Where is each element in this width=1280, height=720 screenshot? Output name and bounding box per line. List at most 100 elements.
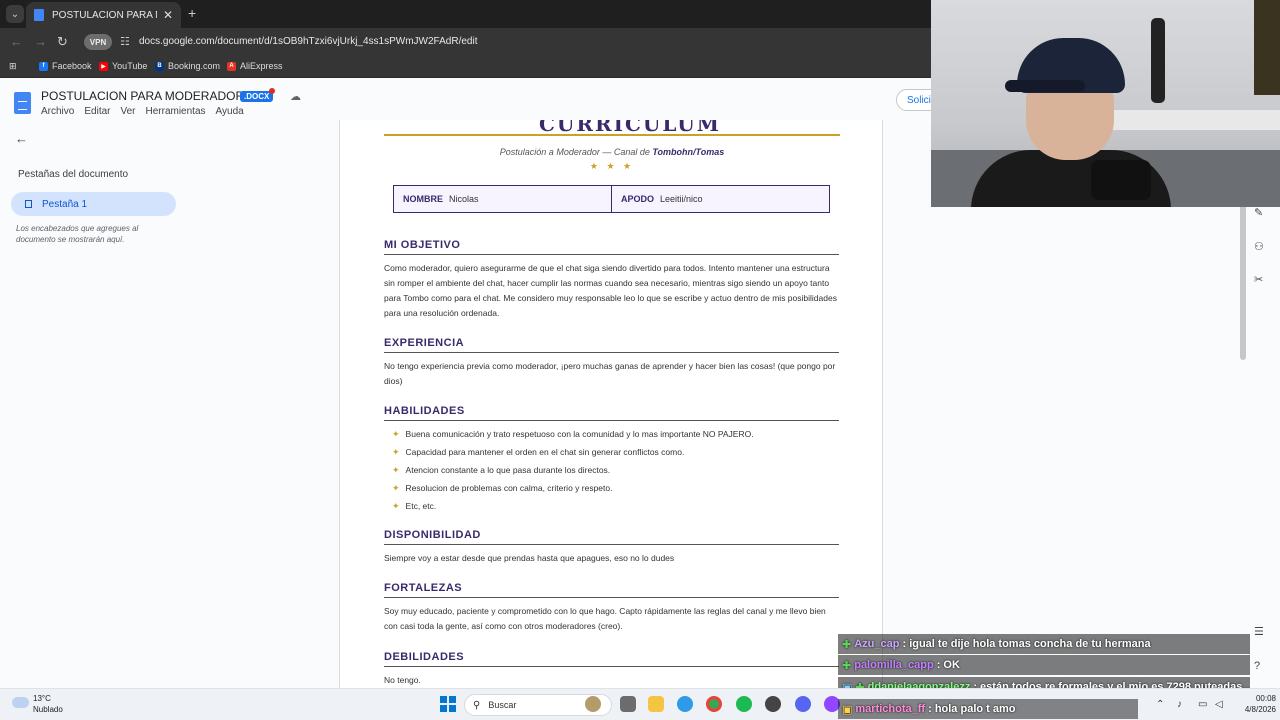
reload-icon[interactable]: ↻ bbox=[57, 34, 68, 50]
bookmark-youtube[interactable]: ▶ YouTube bbox=[99, 61, 147, 71]
chat-badge-icon: ✚ bbox=[842, 659, 852, 672]
document-page[interactable]: CURRICULUM Postulación a Moderador — Can… bbox=[339, 120, 883, 720]
address-bar[interactable]: docs.google.com/document/d/1sOB9hTzxi6vj… bbox=[139, 36, 477, 47]
network-icon[interactable]: ▭ bbox=[1198, 699, 1207, 710]
help-icon[interactable]: ? bbox=[1254, 660, 1260, 672]
webcam-cap-visor bbox=[1005, 80, 1085, 92]
chat-message: ✚ palomilla_capp : OK bbox=[838, 655, 1250, 675]
skill-text: Buena comunicación y trato respetuoso co… bbox=[405, 429, 754, 439]
document-tab-label: Pestaña 1 bbox=[42, 198, 88, 210]
gold-divider bbox=[384, 134, 840, 136]
name-label: NOMBRE bbox=[403, 194, 443, 204]
notification-dot bbox=[269, 88, 275, 94]
menu-herramientas[interactable]: Herramientas bbox=[146, 106, 206, 117]
bookmark-label: Booking.com bbox=[168, 61, 221, 71]
facebook-icon: f bbox=[39, 61, 48, 71]
edge-icon[interactable] bbox=[677, 696, 693, 712]
app-icon[interactable] bbox=[765, 696, 781, 712]
chat-text: : igual te dije hola tomas concha de tu … bbox=[902, 638, 1151, 650]
list-item: ✦ Buena comunicación y trato respetuoso c… bbox=[392, 425, 832, 443]
list-item: ✦ Resolucion de problemas con calma, crit… bbox=[392, 479, 832, 497]
section-title-habilidades: HABILIDADES bbox=[384, 405, 839, 421]
taskbar-date[interactable]: 4/8/2026 bbox=[1226, 705, 1276, 714]
apps-grid-icon[interactable]: ⊞ bbox=[9, 61, 17, 72]
widget-app-icon[interactable] bbox=[585, 696, 601, 712]
document-title[interactable]: POSTULACION PARA MODERADOR bbox=[41, 89, 244, 103]
tab-list-button[interactable]: ⌄ bbox=[6, 5, 24, 23]
bullet-icon: ✦ bbox=[392, 482, 400, 493]
windows-start-icon[interactable] bbox=[440, 696, 456, 712]
forward-arrow-icon[interactable]: → bbox=[34, 34, 47, 49]
list-item: ✦ Atencion constante a lo que pasa durant… bbox=[392, 461, 832, 479]
chat-username: Azu_cap bbox=[854, 638, 900, 650]
skill-text: Etc, etc. bbox=[405, 501, 437, 511]
section-text-disponibilidad: Siempre voy a estar desde que prendas ha… bbox=[384, 553, 675, 563]
tab-close-icon[interactable]: ✕ bbox=[163, 8, 173, 22]
chat-message: ▣ martichota_ff : hola palo t amo bbox=[838, 699, 1138, 719]
section-text-experiencia: No tengo experiencia previa como moderad… bbox=[384, 361, 836, 386]
bookmark-booking[interactable]: B Booking.com bbox=[155, 61, 220, 71]
booking-icon: B bbox=[155, 61, 164, 71]
search-label: Buscar bbox=[488, 700, 517, 710]
site-settings-icon[interactable]: ☷ bbox=[120, 35, 130, 48]
menu-ver[interactable]: Ver bbox=[120, 106, 135, 117]
resume-subtitle: Postulación a Moderador — Canal de Tombo… bbox=[340, 147, 882, 157]
section-text-debilidades: No tengo. bbox=[384, 675, 421, 685]
document-scrollbar[interactable] bbox=[1240, 200, 1246, 360]
menu-ayuda[interactable]: Ayuda bbox=[216, 106, 244, 117]
file-explorer-icon[interactable] bbox=[648, 696, 664, 712]
document-tab-1[interactable]: Pestaña 1 bbox=[11, 192, 176, 216]
info-cell-name: NOMBRE Nicolas bbox=[394, 186, 611, 212]
cloud-weather-icon[interactable] bbox=[12, 697, 29, 708]
microphone-icon[interactable]: ♪ bbox=[1177, 699, 1182, 710]
tools-icon[interactable]: ✂ bbox=[1254, 273, 1263, 286]
vpn-badge[interactable]: VPN bbox=[84, 34, 112, 50]
taskbar-time[interactable]: 00:08 bbox=[1236, 694, 1276, 703]
menu-archivo[interactable]: Archivo bbox=[41, 106, 74, 117]
outline-hint: Los encabezados que agregues al document… bbox=[16, 224, 139, 244]
section-title-disponibilidad: DISPONIBILIDAD bbox=[384, 529, 839, 545]
section-title-experiencia: EXPERIENCIA bbox=[384, 337, 839, 353]
section-title-objetivo: MI OBJETIVO bbox=[384, 239, 839, 255]
menu-editar[interactable]: Editar bbox=[84, 106, 110, 117]
document-icon bbox=[25, 200, 32, 208]
webcam-overlay bbox=[931, 0, 1280, 207]
nick-label: APODO bbox=[621, 194, 655, 204]
bookmark-label: Facebook bbox=[52, 61, 92, 71]
task-view-icon[interactable] bbox=[620, 696, 636, 712]
discord-icon[interactable] bbox=[795, 696, 811, 712]
docs-favicon-icon bbox=[34, 9, 44, 21]
weather-condition[interactable]: Nublado bbox=[33, 705, 63, 714]
name-value: Nicolas bbox=[449, 194, 479, 204]
bookmark-aliexpress[interactable]: A AliExpress bbox=[227, 61, 283, 71]
spotify-icon[interactable] bbox=[736, 696, 752, 712]
docs-menu-bar: Archivo Editar Ver Herramientas Ayuda bbox=[41, 106, 244, 117]
gamepad-icon[interactable]: ⚇ bbox=[1254, 240, 1264, 253]
volume-icon[interactable]: ◁ bbox=[1215, 699, 1223, 710]
chat-username: martichota_ff bbox=[855, 703, 926, 715]
webcam-figurine bbox=[1151, 18, 1165, 103]
new-tab-button[interactable]: + bbox=[188, 5, 196, 21]
docs-logo-icon[interactable] bbox=[14, 92, 31, 114]
bookmark-label: YouTube bbox=[112, 61, 148, 71]
cloud-save-icon[interactable]: ☁ bbox=[290, 90, 301, 103]
search-icon: ⚲ bbox=[473, 699, 481, 711]
skills-list: ✦ Buena comunicación y trato respetuoso c… bbox=[392, 425, 832, 515]
skill-text: Resolucion de problemas con calma, crite… bbox=[405, 483, 613, 493]
edit-icon[interactable]: ✎ bbox=[1254, 206, 1263, 219]
section-title-fortalezas: FORTALEZAS bbox=[384, 582, 839, 598]
back-arrow-icon[interactable]: ← bbox=[15, 131, 28, 146]
nick-value: Leeitii/nico bbox=[660, 194, 703, 204]
bullet-icon: ✦ bbox=[392, 446, 400, 457]
bullet-icon: ✦ bbox=[392, 428, 400, 439]
weather-temp[interactable]: 13°C bbox=[33, 694, 51, 703]
bookmark-facebook[interactable]: f Facebook bbox=[39, 61, 92, 71]
aliexpress-icon: A bbox=[227, 61, 236, 71]
subtitle-prefix: Postulación a Moderador — Canal de bbox=[499, 147, 653, 157]
settings-sliders-icon[interactable]: ☰ bbox=[1254, 625, 1264, 638]
chevron-up-icon[interactable]: ⌃ bbox=[1156, 699, 1164, 710]
list-item: ✦ Etc, etc. bbox=[392, 497, 832, 515]
browser-tab-active[interactable]: POSTULACION PARA MODERADOR ✕ bbox=[26, 2, 181, 28]
back-arrow-icon[interactable]: ← bbox=[10, 34, 23, 49]
chrome-icon[interactable] bbox=[706, 696, 722, 712]
